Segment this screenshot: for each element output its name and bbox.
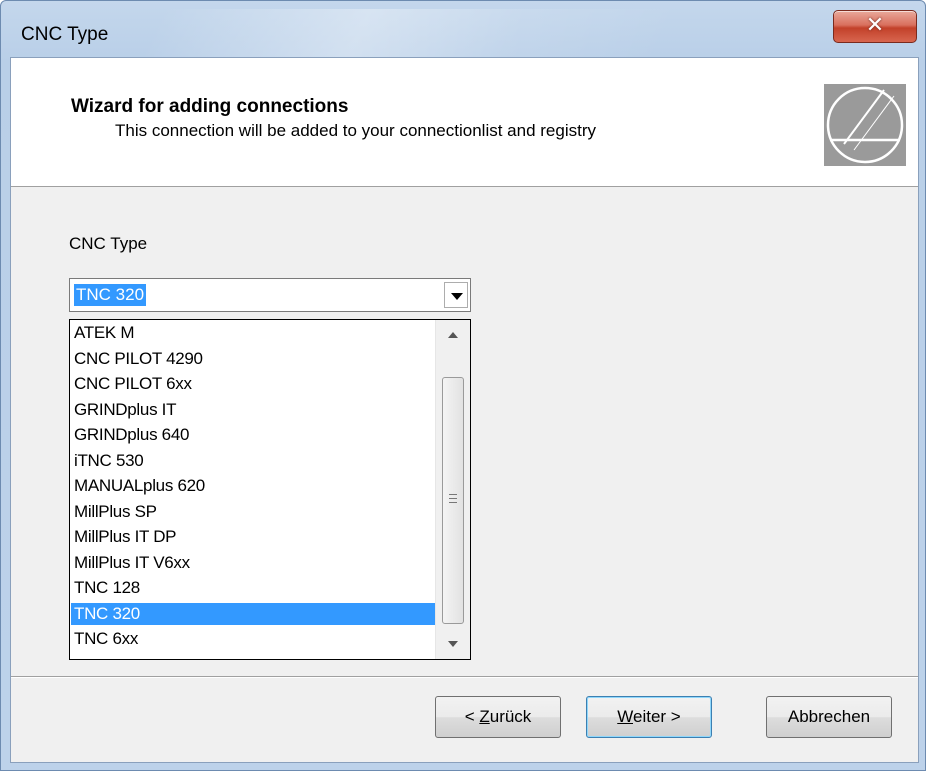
list-item[interactable]: TNC 6xx bbox=[71, 628, 435, 650]
list-item[interactable]: CNC PILOT 6xx bbox=[71, 373, 435, 395]
dialog-window: CNC Type ✕ Wizard for adding connections… bbox=[0, 0, 926, 771]
close-icon: ✕ bbox=[865, 13, 885, 38]
back-label: urück bbox=[489, 707, 532, 726]
cnc-type-label: CNC Type bbox=[69, 234, 148, 253]
next-mnemonic: W bbox=[617, 707, 633, 726]
list-item[interactable]: iTNC 530 bbox=[71, 450, 435, 472]
list-scrollbar[interactable] bbox=[435, 320, 470, 659]
brand-logo bbox=[824, 84, 906, 166]
list-item[interactable]: MillPlus SP bbox=[71, 501, 435, 523]
next-label: eiter > bbox=[633, 707, 681, 726]
arrow-up-icon bbox=[448, 332, 458, 338]
cnc-type-combobox[interactable]: TNC 320 bbox=[69, 278, 471, 312]
scroll-thumb[interactable] bbox=[442, 377, 464, 624]
combobox-selected-text[interactable]: TNC 320 bbox=[74, 284, 147, 306]
list-item[interactable]: GRINDplus 640 bbox=[71, 424, 435, 446]
back-mnemonic: Z bbox=[479, 707, 490, 726]
scroll-down-button[interactable] bbox=[436, 633, 470, 659]
list-item[interactable]: GRINDplus IT bbox=[71, 399, 435, 421]
cancel-button[interactable]: Abbrechen bbox=[766, 696, 892, 738]
combobox-dropdown-button[interactable] bbox=[444, 282, 468, 308]
back-button[interactable]: < Zurück bbox=[435, 696, 561, 738]
grip-icon bbox=[449, 494, 457, 503]
close-button[interactable]: ✕ bbox=[833, 10, 917, 43]
scroll-up-button[interactable] bbox=[436, 320, 470, 346]
list-item[interactable]: TNC 128 bbox=[71, 577, 435, 599]
list-item[interactable]: TNC 320 bbox=[71, 602, 435, 625]
list-item[interactable]: MillPlus IT V6xx bbox=[71, 552, 435, 574]
next-button[interactable]: Weiter > bbox=[586, 696, 712, 738]
titlebar-sheen bbox=[139, 9, 683, 59]
list-item[interactable]: CNC PILOT 4290 bbox=[71, 348, 435, 370]
cnc-type-dropdown-list[interactable]: ATEK M CNC PILOT 4290 CNC PILOT 6xx GRINDpl… bbox=[69, 319, 471, 660]
dialog-client-area: Wizard for adding connections This conne… bbox=[10, 57, 919, 763]
wizard-header: Wizard for adding connections This conne… bbox=[11, 58, 918, 187]
logo-icon bbox=[826, 86, 904, 164]
arrow-down-icon bbox=[448, 641, 458, 647]
window-title: CNC Type bbox=[21, 24, 109, 45]
chevron-down-icon bbox=[451, 293, 463, 300]
back-prefix: < bbox=[464, 707, 480, 726]
list-item[interactable]: MillPlus IT DP bbox=[71, 526, 435, 548]
wizard-title: Wizard for adding connections bbox=[71, 96, 349, 117]
list-item[interactable]: ATEK M bbox=[71, 322, 435, 344]
wizard-subtitle: This connection will be added to your co… bbox=[115, 121, 596, 140]
button-divider bbox=[11, 676, 918, 678]
list-item[interactable]: MANUALplus 620 bbox=[71, 475, 435, 497]
